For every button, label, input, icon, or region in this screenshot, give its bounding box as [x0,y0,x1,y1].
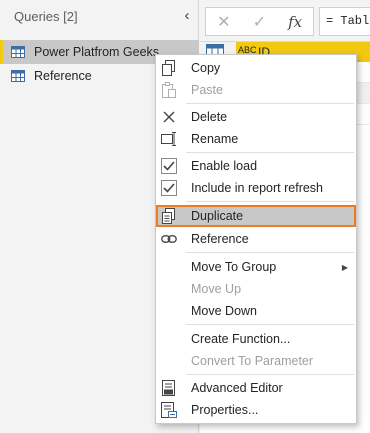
menu-item-create-function[interactable]: Create Function... [156,328,356,350]
menu-item-reference[interactable]: Reference [156,228,356,250]
advanced-editor-icon [160,379,178,397]
menu-item-delete[interactable]: Delete [156,106,356,128]
rename-icon [160,130,178,148]
checkbox-checked-icon[interactable] [160,157,178,175]
properties-icon [160,401,178,419]
menu-item-properties[interactable]: Properties... [156,399,356,421]
copy-icon [160,59,178,77]
menu-item-copy[interactable]: Copy [156,57,356,79]
submenu-arrow-icon: ▶ [341,262,348,272]
queries-pane-title: Queries [2] [14,9,78,24]
formula-buttons: ✕ ✓ fx [205,7,314,36]
power-query-editor: Queries [2] ‹ Power Platfrom Geeks Refer… [0,0,370,433]
menu-separator [186,103,354,104]
menu-item-move-up[interactable]: Move Up [156,278,356,300]
formula-bar: ✕ ✓ fx = Table [200,0,370,42]
duplicate-icon [160,207,178,225]
formula-input[interactable]: = Table [319,7,370,36]
paste-icon [160,81,178,99]
collapse-pane-chevron-icon[interactable]: ‹ [181,7,193,25]
menu-separator [186,324,354,325]
menu-item-move-to-group[interactable]: Move To Group ▶ [156,256,356,278]
cancel-formula-icon[interactable]: ✕ [210,12,238,32]
menu-item-duplicate[interactable]: Duplicate [156,205,356,227]
table-icon [11,70,25,82]
menu-separator [186,201,354,202]
menu-item-paste[interactable]: Paste [156,79,356,101]
delete-icon [160,108,178,126]
menu-separator [186,152,354,153]
menu-item-include-in-report-refresh[interactable]: Include in report refresh [156,177,356,199]
context-menu: Copy Paste Delete Rename Enable load Inc… [155,54,357,424]
query-label: Reference [34,69,92,83]
reference-icon [160,230,178,248]
menu-item-convert-to-parameter[interactable]: Convert To Parameter [156,350,356,372]
fx-icon[interactable]: fx [281,13,309,31]
menu-item-move-down[interactable]: Move Down [156,300,356,322]
query-label: Power Platfrom Geeks [34,45,160,59]
menu-item-enable-load[interactable]: Enable load [156,155,356,177]
menu-item-rename[interactable]: Rename [156,128,356,150]
menu-separator [186,374,354,375]
commit-formula-icon[interactable]: ✓ [245,12,273,32]
table-icon [11,46,25,58]
checkbox-checked-icon[interactable] [160,179,178,197]
menu-separator [186,252,354,253]
menu-item-advanced-editor[interactable]: Advanced Editor [156,377,356,399]
